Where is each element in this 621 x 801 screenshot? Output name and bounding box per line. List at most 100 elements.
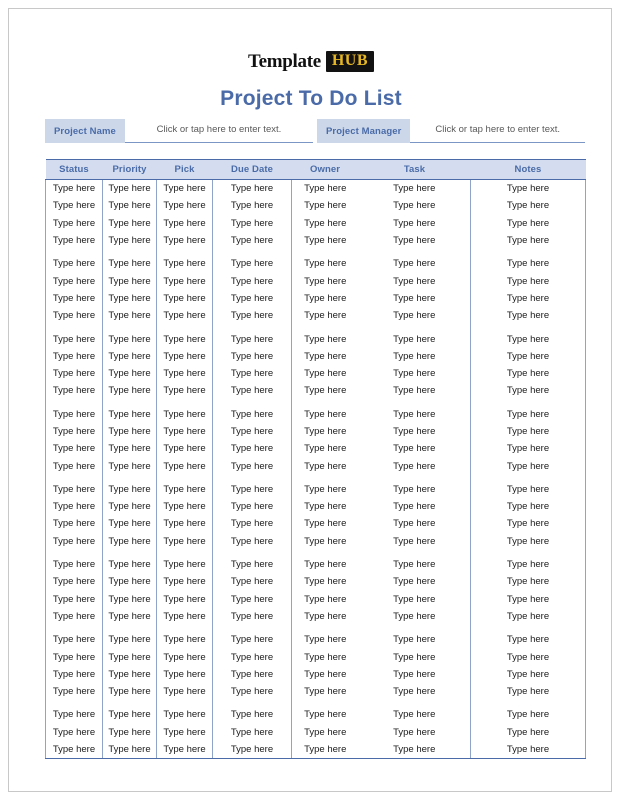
cell-owner[interactable]: Type here [291, 197, 359, 215]
cell-status[interactable]: Type here [45, 631, 103, 649]
cell-pick[interactable]: Type here [156, 665, 213, 684]
cell-status[interactable]: Type here [45, 364, 103, 383]
cell-pick[interactable]: Type here [156, 440, 213, 458]
cell-status[interactable]: Type here [45, 307, 103, 325]
cell-pick[interactable]: Type here [156, 683, 213, 701]
cell-notes[interactable]: Type here [470, 179, 586, 198]
cell-task[interactable]: Type here [358, 607, 471, 626]
cell-notes[interactable]: Type here [470, 457, 586, 475]
cell-owner[interactable]: Type here [291, 740, 359, 760]
cell-pick[interactable]: Type here [156, 307, 213, 325]
cell-priority[interactable]: Type here [102, 405, 157, 423]
cell-due-date[interactable]: Type here [212, 723, 292, 741]
cell-due-date[interactable]: Type here [212, 382, 292, 400]
cell-notes[interactable]: Type here [470, 197, 586, 215]
cell-due-date[interactable]: Type here [212, 515, 292, 533]
cell-pick[interactable]: Type here [156, 457, 213, 475]
cell-notes[interactable]: Type here [470, 330, 586, 348]
cell-due-date[interactable]: Type here [212, 440, 292, 458]
cell-task[interactable]: Type here [358, 422, 471, 441]
cell-status[interactable]: Type here [45, 706, 103, 724]
cell-status[interactable]: Type here [45, 457, 103, 475]
cell-pick[interactable]: Type here [156, 706, 213, 724]
cell-task[interactable]: Type here [358, 405, 471, 423]
cell-status[interactable]: Type here [45, 330, 103, 348]
cell-priority[interactable]: Type here [102, 515, 157, 533]
cell-priority[interactable]: Type here [102, 364, 157, 383]
cell-notes[interactable]: Type here [470, 555, 586, 574]
cell-priority[interactable]: Type here [102, 740, 157, 760]
cell-status[interactable]: Type here [45, 179, 103, 198]
cell-status[interactable]: Type here [45, 214, 103, 232]
cell-pick[interactable]: Type here [156, 347, 213, 365]
cell-owner[interactable]: Type here [291, 179, 359, 198]
cell-due-date[interactable]: Type here [212, 272, 292, 290]
cell-pick[interactable]: Type here [156, 631, 213, 649]
cell-priority[interactable]: Type here [102, 555, 157, 574]
cell-notes[interactable]: Type here [470, 590, 586, 608]
cell-task[interactable]: Type here [358, 555, 471, 574]
cell-priority[interactable]: Type here [102, 272, 157, 290]
cell-pick[interactable]: Type here [156, 590, 213, 608]
cell-task[interactable]: Type here [358, 307, 471, 325]
cell-status[interactable]: Type here [45, 607, 103, 626]
cell-task[interactable]: Type here [358, 723, 471, 741]
cell-priority[interactable]: Type here [102, 706, 157, 724]
cell-owner[interactable]: Type here [291, 440, 359, 458]
cell-pick[interactable]: Type here [156, 532, 213, 550]
cell-task[interactable]: Type here [358, 648, 471, 666]
cell-priority[interactable]: Type here [102, 648, 157, 666]
column-header-notes[interactable]: Notes [470, 159, 586, 180]
cell-priority[interactable]: Type here [102, 480, 157, 499]
cell-pick[interactable]: Type here [156, 255, 213, 273]
cell-owner[interactable]: Type here [291, 590, 359, 608]
cell-task[interactable]: Type here [358, 330, 471, 348]
cell-due-date[interactable]: Type here [212, 405, 292, 423]
cell-task[interactable]: Type here [358, 498, 471, 516]
cell-priority[interactable]: Type here [102, 422, 157, 441]
cell-notes[interactable]: Type here [470, 706, 586, 724]
cell-notes[interactable]: Type here [470, 440, 586, 458]
cell-due-date[interactable]: Type here [212, 532, 292, 550]
cell-task[interactable]: Type here [358, 683, 471, 701]
cell-priority[interactable]: Type here [102, 573, 157, 591]
cell-pick[interactable]: Type here [156, 179, 213, 198]
cell-notes[interactable]: Type here [470, 515, 586, 533]
column-header-status[interactable]: Status [45, 159, 103, 180]
cell-owner[interactable]: Type here [291, 422, 359, 441]
cell-notes[interactable]: Type here [470, 382, 586, 400]
cell-owner[interactable]: Type here [291, 382, 359, 400]
cell-owner[interactable]: Type here [291, 364, 359, 383]
cell-due-date[interactable]: Type here [212, 231, 292, 250]
cell-status[interactable]: Type here [45, 255, 103, 273]
cell-pick[interactable]: Type here [156, 231, 213, 250]
cell-task[interactable]: Type here [358, 197, 471, 215]
cell-pick[interactable]: Type here [156, 382, 213, 400]
cell-status[interactable]: Type here [45, 723, 103, 741]
cell-pick[interactable]: Type here [156, 480, 213, 499]
cell-due-date[interactable]: Type here [212, 498, 292, 516]
cell-priority[interactable]: Type here [102, 231, 157, 250]
cell-owner[interactable]: Type here [291, 330, 359, 348]
cell-notes[interactable]: Type here [470, 255, 586, 273]
column-header-task[interactable]: Task [358, 159, 471, 180]
cell-owner[interactable]: Type here [291, 706, 359, 724]
cell-owner[interactable]: Type here [291, 648, 359, 666]
cell-pick[interactable]: Type here [156, 330, 213, 348]
cell-pick[interactable]: Type here [156, 723, 213, 741]
cell-due-date[interactable]: Type here [212, 347, 292, 365]
cell-owner[interactable]: Type here [291, 498, 359, 516]
cell-due-date[interactable]: Type here [212, 706, 292, 724]
cell-notes[interactable]: Type here [470, 422, 586, 441]
cell-owner[interactable]: Type here [291, 665, 359, 684]
cell-due-date[interactable]: Type here [212, 289, 292, 308]
cell-owner[interactable]: Type here [291, 515, 359, 533]
cell-due-date[interactable]: Type here [212, 555, 292, 574]
cell-priority[interactable]: Type here [102, 532, 157, 550]
cell-priority[interactable]: Type here [102, 457, 157, 475]
cell-owner[interactable]: Type here [291, 555, 359, 574]
cell-notes[interactable]: Type here [470, 214, 586, 232]
cell-owner[interactable]: Type here [291, 631, 359, 649]
cell-pick[interactable]: Type here [156, 555, 213, 574]
cell-pick[interactable]: Type here [156, 498, 213, 516]
